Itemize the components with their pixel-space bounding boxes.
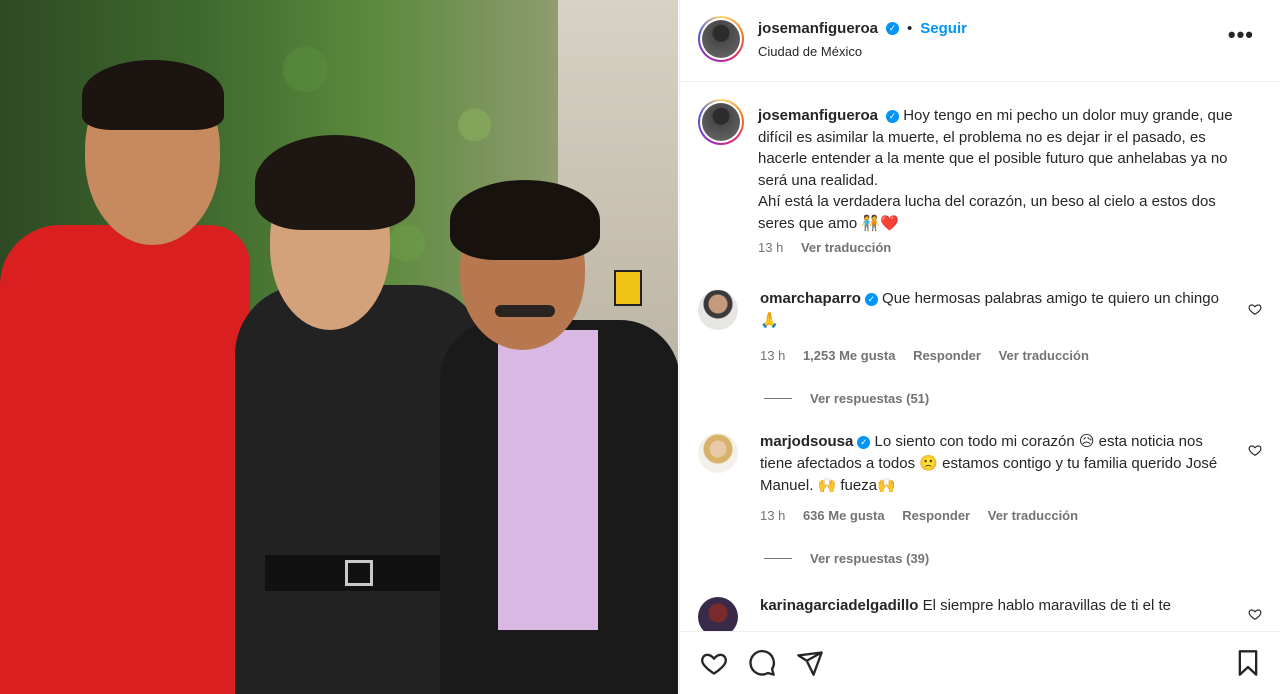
translate-link[interactable]: Ver traducción xyxy=(999,348,1089,363)
verified-icon: ✓ xyxy=(886,109,900,123)
verified-icon: ✓ xyxy=(857,435,871,449)
commenter-avatar[interactable] xyxy=(698,290,738,330)
heart-icon[interactable] xyxy=(1248,302,1262,316)
comment-username[interactable]: marjodsousa xyxy=(760,433,853,450)
comment-meta: 13 h 1,253 Me gusta Responder Ver traduc… xyxy=(760,348,1103,363)
heart-icon[interactable] xyxy=(700,649,728,677)
comment-likes[interactable]: 1,253 Me gusta xyxy=(803,348,896,363)
view-replies-label: Ver respuestas (51) xyxy=(810,391,930,406)
action-bar xyxy=(680,631,1280,694)
comment-body: marjodsousa ✓ Lo siento con todo mi coraz… xyxy=(760,431,1220,497)
comment-likes[interactable]: 636 Me gusta xyxy=(803,508,885,523)
caption-meta: 13 h Ver traducción xyxy=(758,240,905,255)
share-icon[interactable] xyxy=(796,649,824,677)
view-replies-button[interactable]: Ver respuestas (51) xyxy=(764,391,929,406)
caption-text-2: Ahí está la verdadera lucha del corazón,… xyxy=(758,193,1216,232)
comment-body: karinagarciadelgadillo El siempre hablo … xyxy=(760,595,1220,617)
caption-username[interactable]: josemanfigueroa xyxy=(758,107,878,124)
commenter-avatar[interactable] xyxy=(698,597,738,631)
heart-icon[interactable] xyxy=(1248,443,1262,457)
comment-username[interactable]: omarchaparro xyxy=(760,290,861,307)
author-username[interactable]: josemanfigueroa xyxy=(758,20,878,37)
comment-meta: 13 h 636 Me gusta Responder Ver traducci… xyxy=(760,508,1092,523)
comment-time[interactable]: 13 h xyxy=(760,508,785,523)
view-replies-label: Ver respuestas (39) xyxy=(810,551,930,566)
person-red-shirt xyxy=(0,60,250,694)
reply-button[interactable]: Responder xyxy=(902,508,970,523)
more-options-icon[interactable]: ••• xyxy=(1228,22,1254,48)
commenter-avatar[interactable] xyxy=(698,433,738,473)
translate-link[interactable]: Ver traducción xyxy=(988,508,1078,523)
post-location[interactable]: Ciudad de México xyxy=(758,44,862,59)
comment-body: omarchaparro ✓ Que hermosas palabras amig… xyxy=(760,288,1220,332)
comment-username[interactable]: karinagarciadelgadillo xyxy=(760,597,918,614)
comments-scroll-area[interactable]: josemanfigueroa ✓ Hoy tengo en mi pecho u… xyxy=(680,83,1280,631)
view-replies-button[interactable]: Ver respuestas (39) xyxy=(764,551,929,566)
comment-text: El siempre hablo maravillas de ti el te xyxy=(922,597,1172,614)
post-panel: josemanfigueroa ✓ • Seguir Ciudad de Méx… xyxy=(679,0,1280,694)
post-header: josemanfigueroa ✓ • Seguir Ciudad de Méx… xyxy=(680,0,1280,82)
verified-icon: ✓ xyxy=(864,292,878,306)
replies-divider xyxy=(764,558,792,559)
author-avatar[interactable] xyxy=(698,16,744,62)
verified-icon: ✓ xyxy=(886,22,900,35)
post-caption: josemanfigueroa ✓ Hoy tengo en mi pecho u… xyxy=(758,105,1248,234)
follow-button[interactable]: Seguir xyxy=(920,20,967,37)
caption-avatar[interactable] xyxy=(698,99,744,145)
replies-divider xyxy=(764,398,792,399)
heart-icon[interactable] xyxy=(1248,607,1262,621)
post-photo[interactable] xyxy=(0,0,678,694)
comment-time[interactable]: 13 h xyxy=(760,348,785,363)
bookmark-icon[interactable] xyxy=(1234,649,1262,677)
comment-icon[interactable] xyxy=(748,649,776,677)
author-line: josemanfigueroa ✓ • Seguir xyxy=(758,20,967,37)
person-lilac-shirt xyxy=(440,180,678,694)
reply-button[interactable]: Responder xyxy=(913,348,981,363)
caption-time[interactable]: 13 h xyxy=(758,240,783,255)
caption-translate-link[interactable]: Ver traducción xyxy=(801,240,891,255)
separator-dot: • xyxy=(907,20,913,37)
